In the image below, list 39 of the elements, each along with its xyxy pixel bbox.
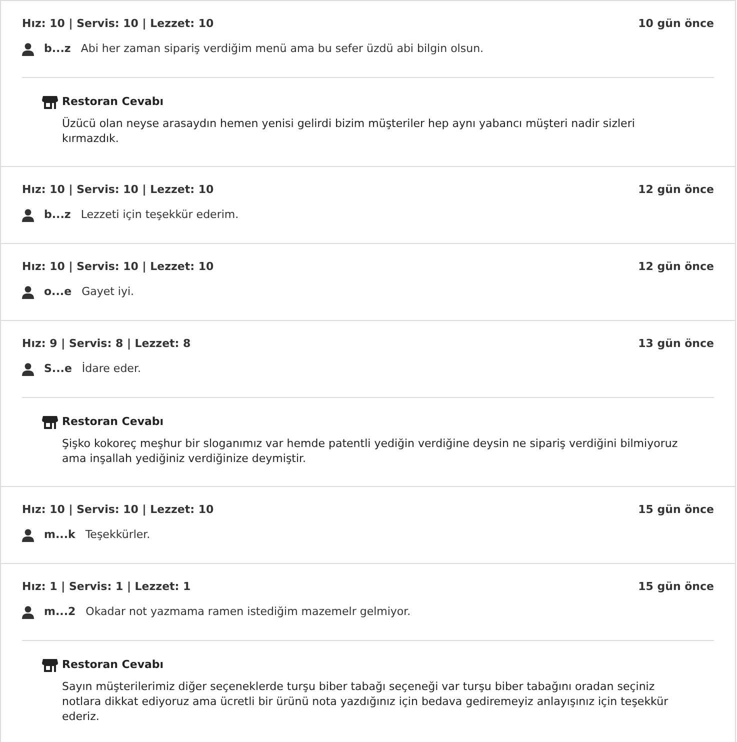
review-date: 15 gün önce — [638, 502, 714, 518]
rating-scores: Hız: 10 | Servis: 10 | Lezzet: 10 — [22, 259, 214, 276]
reply-text: Şişko kokoreç meşhur bir sloganımız var hemde patentli yediğin verdiğine deysin ne sipariş verdiğini bilmiyoruz ama inşallah yediğiniz verdiğinize deymiştir. — [62, 436, 679, 466]
reply-title: Restoran Cevabı — [62, 94, 164, 110]
user-name: S...e — [44, 361, 72, 378]
review-date: 12 gün önce — [638, 182, 714, 198]
person-icon — [22, 606, 34, 619]
review-comment: Teşekkürler. — [85, 527, 150, 544]
user-name: m...k — [44, 527, 76, 544]
user-name: b...z — [44, 41, 71, 58]
store-icon — [42, 96, 58, 109]
reply-title: Restoran Cevabı — [62, 414, 164, 430]
review-comment: İdare eder. — [82, 361, 141, 378]
review-comment: Lezzeti için teşekkür ederim. — [80, 207, 239, 224]
rating-scores: Hız: 10 | Servis: 10 | Lezzet: 10 — [22, 16, 214, 32]
reply-title: Restoran Cevabı — [62, 657, 164, 674]
review-comment: Okadar not yazmama ramen istediğim mazemelr gelmiyor. — [86, 604, 411, 620]
review-date: 15 gün önce — [638, 579, 714, 596]
person-icon — [22, 529, 34, 542]
rating-scores: Hız: 10 | Servis: 10 | Lezzet: 10 — [22, 182, 214, 198]
rating-scores: Hız: 9 | Servis: 8 | Lezzet: 8 — [22, 336, 191, 352]
user-name: m...2 — [44, 604, 76, 620]
user-name: o...e — [44, 284, 72, 300]
person-icon — [22, 209, 34, 222]
rating-scores: Hız: 10 | Servis: 10 | Lezzet: 10 — [22, 502, 214, 518]
review-comment: Abi her zaman sipariş verdiğim menü ama bu sefer üzdü abi bilgin olsun. — [80, 41, 484, 58]
person-icon — [22, 286, 34, 299]
person-icon — [22, 363, 34, 376]
store-icon — [42, 659, 58, 672]
rating-scores: Hız: 1 | Servis: 1 | Lezzet: 1 — [22, 579, 191, 596]
reply-text: Üzücü olan neyse arasaydın hemen yenisi gelirdi bizim müşteriler hep aynı yabancı müşteri nadir sizleri kırmazdık. — [62, 116, 636, 146]
person-icon — [22, 43, 34, 56]
reply-text: Sayın müşterilerimiz diğer seçeneklerde turşu biber tabağı seçeneği var turşu biber tabağını oradan seçiniz notlara dikkat ediyoruz ama ücretli bir ürünü nota yazdığınız için bedava gediremeyiz anlayışınız için teşekkür ederiz. — [62, 679, 670, 724]
review-date: 12 gün önce — [638, 259, 714, 276]
user-name: b...z — [44, 207, 71, 224]
review-comment: Gayet iyi. — [82, 284, 134, 300]
review-date: 13 gün önce — [638, 336, 714, 352]
review-date: 10 gün önce — [638, 16, 714, 32]
store-icon — [42, 416, 58, 429]
